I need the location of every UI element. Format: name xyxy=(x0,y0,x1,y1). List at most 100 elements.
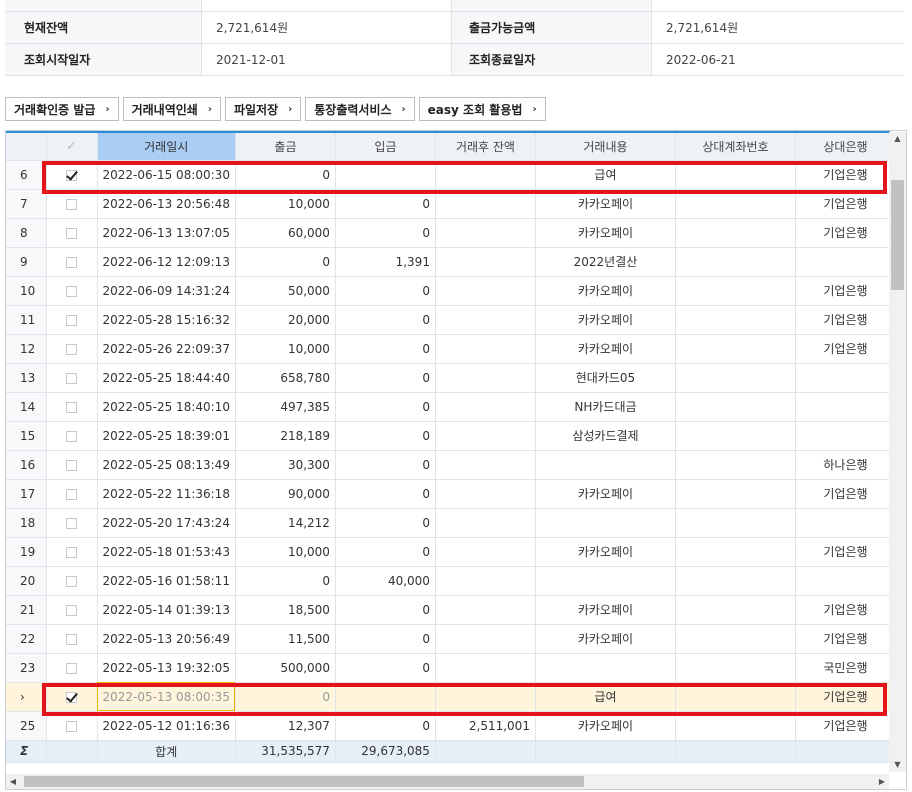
cell-description[interactable] xyxy=(535,450,676,480)
cell-deposit[interactable]: 0 xyxy=(335,218,436,248)
cell-counter-account[interactable] xyxy=(675,566,796,596)
cell-date[interactable]: 2022-05-25 18:40:10 xyxy=(97,392,236,422)
table-row[interactable]: 18 2022-05-20 17:43:24 14,212 0 xyxy=(6,508,896,538)
cell-counter-bank[interactable] xyxy=(795,392,896,422)
vertical-scrollbar[interactable]: ▲ ▼ xyxy=(889,132,906,772)
table-row[interactable]: 22 2022-05-13 20:56:49 11,500 0 카카오페이 기업은행 xyxy=(6,624,896,654)
cell-description[interactable]: 삼성카드결제 xyxy=(535,421,676,451)
cell-deposit[interactable] xyxy=(335,160,436,190)
row-checkbox[interactable] xyxy=(66,720,77,732)
row-checkbox[interactable] xyxy=(66,691,77,703)
col-header-date[interactable]: 거래일시 xyxy=(97,133,236,161)
cell-counter-account[interactable] xyxy=(675,508,796,538)
cell-description[interactable] xyxy=(535,508,676,538)
cell-description[interactable]: 카카오페이 xyxy=(535,189,676,219)
cell-withdrawal[interactable]: 10,000 xyxy=(235,537,336,567)
cell-balance[interactable] xyxy=(435,276,536,306)
row-checkbox[interactable] xyxy=(66,662,77,674)
table-row[interactable]: 16 2022-05-25 08:13:49 30,300 0 하나은행 xyxy=(6,450,896,480)
table-row[interactable]: 20 2022-05-16 01:58:11 0 40,000 xyxy=(6,566,896,596)
cell-counter-bank[interactable]: 국민은행 xyxy=(795,653,896,683)
horizontal-scrollbar[interactable]: ◀ ▶ xyxy=(6,774,889,789)
row-checkbox[interactable] xyxy=(66,169,77,181)
passbook-print-button[interactable]: 통장출력서비스 › xyxy=(305,97,415,121)
cell-description[interactable]: 카카오페이 xyxy=(535,479,676,509)
cell-date[interactable]: 2022-05-28 15:16:32 xyxy=(97,305,236,335)
row-checkbox[interactable] xyxy=(66,256,77,268)
table-row[interactable]: 6 2022-06-15 08:00:30 0 급여 기업은행 xyxy=(6,160,896,190)
cell-balance[interactable] xyxy=(435,653,536,683)
row-checkbox-cell[interactable] xyxy=(46,276,98,306)
vertical-scroll-thumb[interactable] xyxy=(891,180,904,290)
print-history-button[interactable]: 거래내역인쇄 › xyxy=(122,97,221,121)
cell-description[interactable]: 급여 xyxy=(535,160,676,190)
cell-date[interactable]: 2022-06-13 20:56:48 xyxy=(97,189,236,219)
cell-counter-bank[interactable]: 기업은행 xyxy=(795,218,896,248)
cell-counter-bank[interactable]: 기업은행 xyxy=(795,160,896,190)
cell-counter-bank[interactable] xyxy=(795,247,896,277)
scroll-right-icon[interactable]: ▶ xyxy=(875,774,889,789)
cell-description[interactable]: 카카오페이 xyxy=(535,218,676,248)
cell-deposit[interactable]: 0 xyxy=(335,508,436,538)
cell-balance[interactable] xyxy=(435,479,536,509)
cell-balance[interactable] xyxy=(435,595,536,625)
cell-date[interactable]: 2022-05-26 22:09:37 xyxy=(97,334,236,364)
cell-withdrawal[interactable]: 0 xyxy=(235,247,336,277)
table-row[interactable]: 10 2022-06-09 14:31:24 50,000 0 카카오페이 기업은행 xyxy=(6,276,896,306)
cell-counter-account[interactable] xyxy=(675,624,796,654)
col-header-select-all[interactable]: ✓ xyxy=(46,133,98,161)
cell-withdrawal[interactable]: 10,000 xyxy=(235,334,336,364)
cell-balance[interactable] xyxy=(435,392,536,422)
row-checkbox-cell[interactable] xyxy=(46,218,98,248)
cell-withdrawal[interactable]: 0 xyxy=(235,160,336,190)
cell-balance[interactable] xyxy=(435,160,536,190)
cell-withdrawal[interactable]: 0 xyxy=(235,566,336,596)
cell-balance[interactable] xyxy=(435,624,536,654)
scroll-left-icon[interactable]: ◀ xyxy=(6,774,20,789)
horizontal-scroll-thumb[interactable] xyxy=(24,776,584,787)
cell-description[interactable]: 카카오페이 xyxy=(535,595,676,625)
cell-description[interactable]: 카카오페이 xyxy=(535,711,676,741)
cell-counter-bank[interactable]: 기업은행 xyxy=(795,305,896,335)
cell-deposit[interactable] xyxy=(335,682,436,712)
cell-counter-bank[interactable]: 기업은행 xyxy=(795,276,896,306)
cell-date[interactable]: 2022-06-15 08:00:30 xyxy=(97,160,236,190)
cell-counter-account[interactable] xyxy=(675,595,796,625)
cell-withdrawal[interactable]: 10,000 xyxy=(235,189,336,219)
col-header-deposit[interactable]: 입금 xyxy=(335,133,436,161)
cell-counter-account[interactable] xyxy=(675,537,796,567)
cell-withdrawal[interactable]: 658,780 xyxy=(235,363,336,393)
cell-counter-bank[interactable] xyxy=(795,566,896,596)
cell-withdrawal[interactable]: 20,000 xyxy=(235,305,336,335)
row-checkbox[interactable] xyxy=(66,285,77,297)
easy-guide-button[interactable]: easy 조회 활용법 › xyxy=(418,97,546,121)
cell-withdrawal[interactable]: 30,300 xyxy=(235,450,336,480)
cell-deposit[interactable]: 0 xyxy=(335,624,436,654)
row-checkbox-cell[interactable] xyxy=(46,160,98,190)
cell-counter-bank[interactable]: 기업은행 xyxy=(795,682,896,712)
row-checkbox[interactable] xyxy=(66,343,77,355)
row-checkbox-cell[interactable] xyxy=(46,363,98,393)
cell-deposit[interactable]: 1,391 xyxy=(335,247,436,277)
cell-deposit[interactable]: 0 xyxy=(335,421,436,451)
cell-withdrawal[interactable]: 60,000 xyxy=(235,218,336,248)
cell-counter-account[interactable] xyxy=(675,160,796,190)
row-checkbox[interactable] xyxy=(66,488,77,500)
cell-balance[interactable] xyxy=(435,566,536,596)
cell-counter-bank[interactable]: 하나은행 xyxy=(795,450,896,480)
cell-description[interactable]: 카카오페이 xyxy=(535,624,676,654)
table-row[interactable]: 23 2022-05-13 19:32:05 500,000 0 국민은행 xyxy=(6,653,896,683)
cell-description[interactable]: NH카드대금 xyxy=(535,392,676,422)
table-row[interactable]: 21 2022-05-14 01:39:13 18,500 0 카카오페이 기업은행 xyxy=(6,595,896,625)
issue-certificate-button[interactable]: 거래확인증 발급 › xyxy=(5,97,119,121)
row-checkbox-cell[interactable] xyxy=(46,450,98,480)
cell-withdrawal[interactable]: 497,385 xyxy=(235,392,336,422)
cell-balance[interactable] xyxy=(435,189,536,219)
cell-balance[interactable] xyxy=(435,218,536,248)
table-row[interactable]: 12 2022-05-26 22:09:37 10,000 0 카카오페이 기업은행 xyxy=(6,334,896,364)
cell-deposit[interactable]: 0 xyxy=(335,479,436,509)
cell-counter-bank[interactable]: 기업은행 xyxy=(795,711,896,741)
cell-withdrawal[interactable]: 218,189 xyxy=(235,421,336,451)
cell-counter-bank[interactable]: 기업은행 xyxy=(795,624,896,654)
row-checkbox-cell[interactable] xyxy=(46,595,98,625)
